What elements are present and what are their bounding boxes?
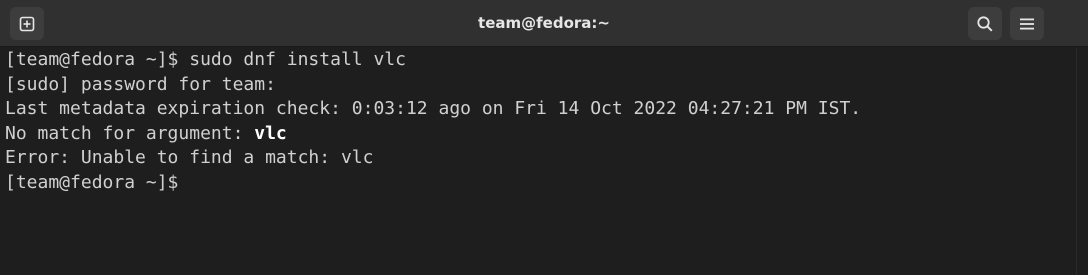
terminal-line: Last metadata expiration check: 0:03:12 … — [5, 98, 862, 119]
hamburger-menu-icon — [1020, 18, 1034, 29]
terminal-output[interactable]: [team@fedora ~]$ sudo dnf install vlc [s… — [0, 48, 1076, 275]
terminal-line: Error: Unable to find a match: vlc — [5, 147, 374, 168]
new-tab-button[interactable] — [10, 7, 44, 40]
terminal-cursor — [189, 172, 199, 192]
search-button[interactable] — [968, 7, 1002, 40]
terminal-bold-text: vlc — [254, 122, 287, 144]
search-icon — [977, 15, 993, 32]
terminal-prompt-line: [team@fedora ~]$ — [5, 171, 1076, 196]
terminal-line: No match for argument: vlc — [5, 122, 1076, 147]
terminal-prompt: [team@fedora ~]$ — [5, 171, 190, 193]
terminal-window: team@fedora:~ [team@fedora ~]$ sudo dnf … — [0, 0, 1088, 275]
terminal-text: No match for argument: — [5, 122, 255, 144]
terminal-line: [sudo] password for team: — [5, 73, 276, 95]
menu-button[interactable] — [1010, 7, 1044, 40]
new-tab-icon — [19, 16, 35, 31]
scrollbar[interactable] — [1076, 48, 1088, 275]
window-title: team@fedora:~ — [478, 14, 610, 32]
terminal-line: [team@fedora ~]$ sudo dnf install vlc — [5, 49, 406, 70]
title-bar: team@fedora:~ — [0, 0, 1088, 47]
